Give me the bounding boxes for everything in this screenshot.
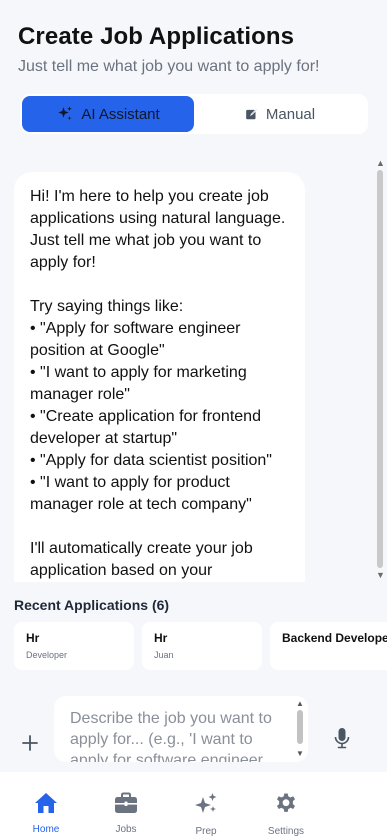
nav-settings[interactable]: Settings: [256, 792, 316, 837]
nav-home-label: Home: [32, 824, 60, 835]
input-scroll-thumb[interactable]: [297, 710, 303, 744]
page-header: Create Job Applications Just tell me wha…: [18, 22, 377, 77]
page-title: Create Job Applications: [18, 23, 295, 50]
recent-applications-heading: Recent Applications (6): [14, 597, 169, 613]
recent-applications-count: (6): [151, 597, 170, 613]
chat-scroll-thumb[interactable]: [377, 170, 383, 568]
manual-label: Manual: [265, 105, 316, 123]
application-card[interactable]: Hr Developer: [14, 622, 134, 670]
microphone-icon: [334, 727, 350, 754]
nav-prep-label: Prep: [195, 826, 217, 837]
plus-icon: [20, 733, 40, 758]
sparkles-icon: [194, 792, 218, 821]
nav-prep[interactable]: Prep: [176, 792, 236, 837]
sparkles-icon: [56, 105, 74, 123]
nav-settings-label: Settings: [267, 826, 305, 837]
ai-assistant-label: AI Assistant: [81, 105, 160, 123]
application-card[interactable]: Hr Juan: [142, 622, 262, 670]
application-card[interactable]: Backend Developer: [270, 622, 387, 670]
voice-input-button[interactable]: [331, 727, 353, 753]
chat-area[interactable]: Hi! I'm here to help you create job appl…: [0, 156, 387, 582]
ai-assistant-tab[interactable]: AI Assistant: [22, 96, 194, 132]
assistant-message: Hi! I'm here to help you create job appl…: [14, 172, 305, 582]
job-description-field[interactable]: ▲ ▼: [54, 696, 308, 762]
application-subtitle: Juan: [154, 650, 174, 660]
manual-tab[interactable]: Manual: [194, 96, 366, 132]
bottom-nav: Home Jobs Prep Settings: [0, 772, 387, 838]
mode-toggle: AI Assistant Manual: [20, 94, 368, 134]
scroll-down-icon[interactable]: ▼: [376, 571, 385, 580]
page-subtitle: Just tell me what job you want to apply …: [18, 58, 320, 75]
application-title: Backend Developer: [282, 631, 387, 645]
gear-icon: [274, 792, 298, 821]
application-subtitle: Developer: [26, 650, 68, 660]
recent-applications-label: Recent Applications: [14, 597, 149, 613]
home-icon: [34, 792, 58, 819]
nav-jobs[interactable]: Jobs: [96, 792, 156, 835]
job-description-input[interactable]: [70, 708, 288, 762]
input-scroll-up-icon[interactable]: ▲: [296, 700, 304, 708]
nav-home[interactable]: Home: [16, 792, 76, 835]
input-scroll-down-icon[interactable]: ▼: [296, 750, 304, 758]
application-title: Hr: [26, 631, 40, 645]
input-scrollbar[interactable]: ▲ ▼: [296, 700, 304, 758]
briefcase-icon: [114, 792, 138, 819]
attach-button[interactable]: [16, 731, 44, 759]
chat-scrollbar[interactable]: ▲ ▼: [375, 156, 385, 582]
application-title: Hr: [154, 631, 168, 645]
edit-icon: [245, 107, 259, 121]
nav-jobs-label: Jobs: [115, 824, 137, 835]
scroll-up-icon[interactable]: ▲: [376, 159, 385, 168]
